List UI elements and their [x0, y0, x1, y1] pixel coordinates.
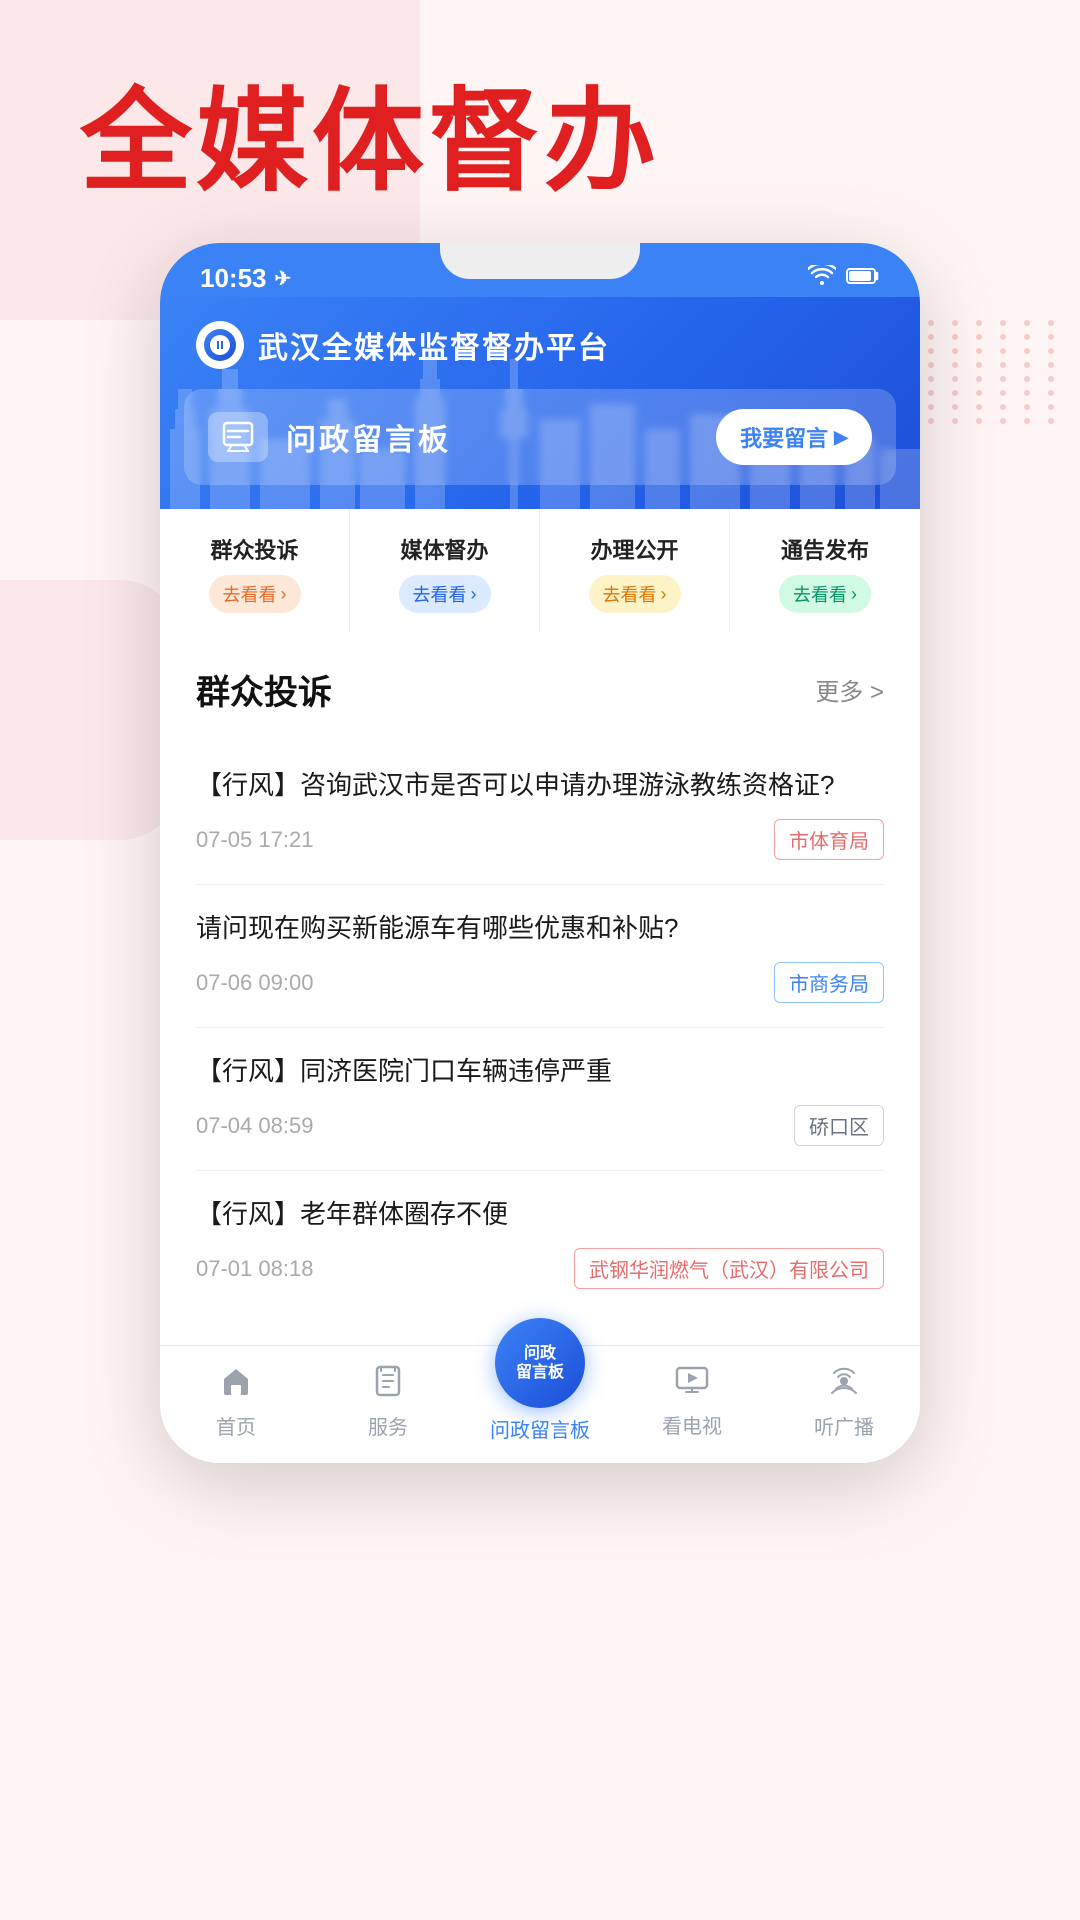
category-media[interactable]: 媒体督办 去看看 › [350, 509, 540, 633]
news-title-1: 【行风】咨询武汉市是否可以申请办理游泳教练资格证? [196, 766, 884, 805]
news-time-2: 07-06 09:00 [196, 970, 313, 996]
nav-label-center: 问政留言板 [490, 1414, 590, 1443]
news-meta-2: 07-06 09:00 市商务局 [196, 962, 884, 1003]
news-meta-4: 07-01 08:18 武钢华润燃气（武汉）有限公司 [196, 1248, 884, 1289]
news-tag-2: 市商务局 [774, 962, 884, 1003]
news-tag-4: 武钢华润燃气（武汉）有限公司 [574, 1248, 884, 1289]
category-notice[interactable]: 通告发布 去看看 › [730, 509, 920, 633]
cat-btn-media[interactable]: 去看看 › [399, 575, 491, 613]
phone-mockup: 10:53 ✈ [160, 243, 920, 1463]
wifi-icon [808, 265, 836, 291]
news-title-2: 请问现在购买新能源车有哪些优惠和补贴? [196, 909, 884, 948]
cat-btn-office[interactable]: 去看看 › [589, 575, 681, 613]
cat-btn-notice[interactable]: 去看看 › [779, 575, 871, 613]
app-header: 武汉全媒体监督督办平台 问政留言板 [160, 297, 920, 509]
phone-wrapper: 10:53 ✈ [0, 243, 1080, 1463]
banner-arrow-icon: ▶ [834, 427, 848, 448]
nav-item-home[interactable]: 首页 [160, 1365, 312, 1440]
nav-label-tv: 看电视 [662, 1410, 722, 1439]
news-meta-1: 07-05 17:21 市体育局 [196, 819, 884, 860]
message-board-banner[interactable]: 问政留言板 我要留言 ▶ [184, 389, 896, 485]
phone-notch [440, 243, 640, 279]
status-time: 10:53 ✈ [200, 263, 291, 294]
news-tag-3: 硚口区 [794, 1105, 884, 1146]
location-icon: ✈ [275, 266, 292, 291]
news-time-1: 07-05 17:21 [196, 827, 313, 853]
banner-icon [208, 412, 268, 462]
content-area: 群众投诉 更多 > 【行风】咨询武汉市是否可以申请办理游泳教练资格证? 07-0… [160, 633, 920, 1345]
nav-item-center[interactable]: 问政留言板 问政留言板 [464, 1362, 616, 1443]
nav-label-service: 服务 [368, 1411, 408, 1440]
center-text: 问政留言板 [516, 1344, 564, 1382]
complaints-section-header: 群众投诉 更多 > [196, 665, 884, 714]
nav-label-radio: 听广播 [814, 1411, 874, 1440]
category-complaints[interactable]: 群众投诉 去看看 › [160, 509, 350, 633]
news-item-3[interactable]: 【行风】同济医院门口车辆违停严重 07-04 08:59 硚口区 [196, 1028, 884, 1171]
news-time-3: 07-04 08:59 [196, 1113, 313, 1139]
news-time-4: 07-01 08:18 [196, 1256, 313, 1282]
news-title-4: 【行风】老年群体圈存不便 [196, 1195, 884, 1234]
page-title: 全媒体督办 [0, 0, 1080, 243]
news-item-2[interactable]: 请问现在购买新能源车有哪些优惠和补贴? 07-06 09:00 市商务局 [196, 885, 884, 1028]
complaints-more-link[interactable]: 更多 > [815, 672, 884, 707]
status-right [808, 265, 880, 291]
home-icon [220, 1365, 252, 1405]
cat-btn-complaints[interactable]: 去看看 › [209, 575, 301, 613]
categories-grid: 群众投诉 去看看 › 媒体督办 去看看 › 办理公开 去看看 › [160, 509, 920, 633]
message-board-button[interactable]: 我要留言 ▶ [716, 409, 872, 465]
nav-item-radio[interactable]: 听广播 [768, 1365, 920, 1440]
battery-icon [846, 265, 880, 291]
news-title-3: 【行风】同济医院门口车辆违停严重 [196, 1052, 884, 1091]
nav-item-tv[interactable]: 看电视 [616, 1366, 768, 1439]
nav-item-service[interactable]: 服务 [312, 1365, 464, 1440]
banner-title: 问政留言板 [286, 415, 451, 459]
banner-left: 问政留言板 [208, 412, 451, 462]
news-tag-1: 市体育局 [774, 819, 884, 860]
news-item-1[interactable]: 【行风】咨询武汉市是否可以申请办理游泳教练资格证? 07-05 17:21 市体… [196, 742, 884, 885]
news-meta-3: 07-04 08:59 硚口区 [196, 1105, 884, 1146]
category-office[interactable]: 办理公开 去看看 › [540, 509, 730, 633]
bottom-nav: 首页 服务 问政留言板 问政留言板 [160, 1345, 920, 1463]
radio-icon [828, 1365, 860, 1405]
tv-icon [675, 1366, 709, 1404]
center-circle[interactable]: 问政留言板 [495, 1318, 585, 1408]
news-item-4[interactable]: 【行风】老年群体圈存不便 07-01 08:18 武钢华润燃气（武汉）有限公司 [196, 1171, 884, 1313]
nav-label-home: 首页 [216, 1411, 256, 1440]
service-icon [373, 1365, 403, 1405]
complaints-section-title: 群众投诉 [196, 665, 332, 714]
